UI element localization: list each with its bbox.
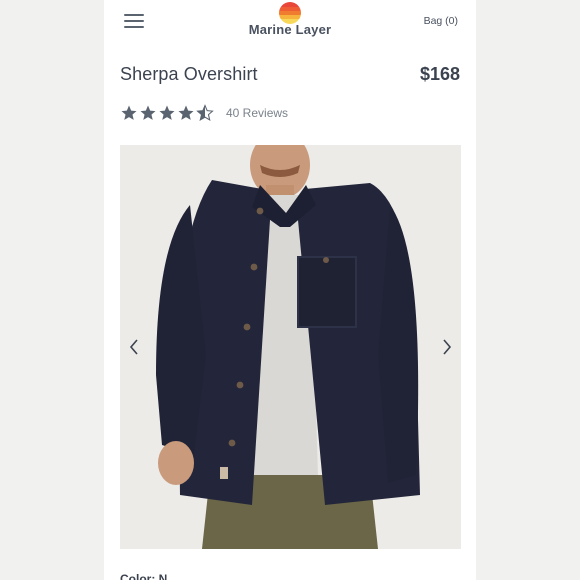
product-rating[interactable]: 40 Reviews bbox=[120, 102, 288, 124]
product-page: Marine Layer Bag (0) Sherpa Overshirt $1… bbox=[104, 0, 476, 580]
previous-image-button[interactable] bbox=[126, 337, 144, 357]
bag-link[interactable]: Bag (0) bbox=[424, 15, 458, 27]
sunset-logo-icon bbox=[279, 2, 301, 24]
star-full-icon bbox=[178, 105, 194, 120]
star-full-icon bbox=[121, 105, 137, 120]
product-title: Sherpa Overshirt bbox=[120, 64, 258, 84]
next-image-button[interactable] bbox=[437, 337, 455, 357]
chevron-left-icon bbox=[129, 339, 138, 355]
star-full-icon bbox=[159, 105, 175, 120]
product-image-carousel[interactable] bbox=[120, 145, 461, 549]
brand-name[interactable]: Marine Layer bbox=[240, 22, 340, 37]
product-photo bbox=[120, 145, 461, 549]
color-option-label: Color: N bbox=[120, 572, 168, 580]
star-full-icon bbox=[140, 105, 156, 120]
star-rating bbox=[120, 104, 214, 122]
reviews-count-link[interactable]: 40 Reviews bbox=[226, 106, 288, 120]
hamburger-menu-icon[interactable] bbox=[124, 14, 144, 28]
chevron-right-icon bbox=[443, 339, 452, 355]
product-price: $168 bbox=[419, 64, 460, 84]
star-half-icon bbox=[196, 104, 214, 121]
brand-logo-icon[interactable] bbox=[279, 2, 301, 24]
